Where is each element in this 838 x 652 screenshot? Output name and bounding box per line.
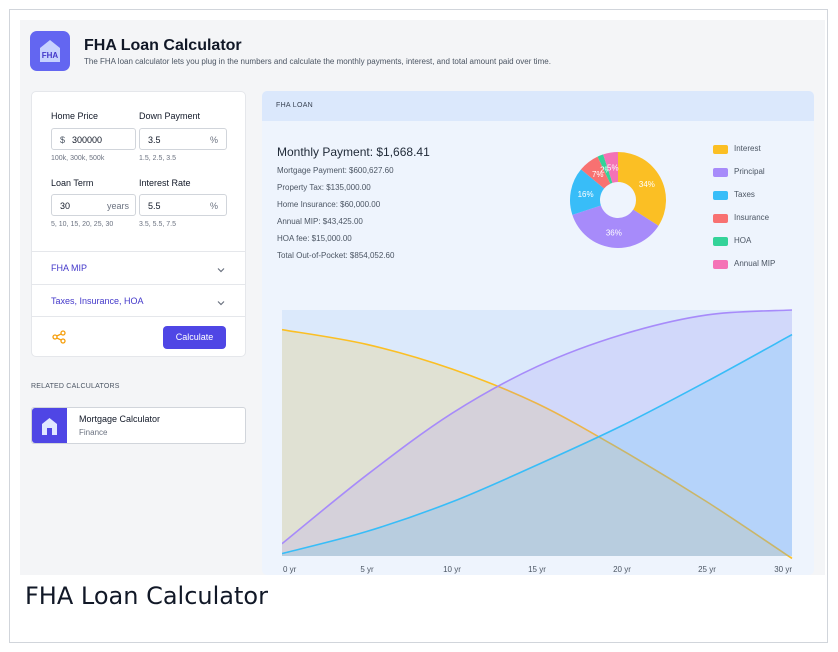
legend-swatch xyxy=(713,260,728,269)
related-calculator-category: Finance xyxy=(79,428,108,437)
x-tick-label: 10 yr xyxy=(443,565,461,574)
donut-slice-label: 36% xyxy=(606,229,622,238)
donut-slice-label: 5% xyxy=(607,163,619,172)
x-tick-label: 20 yr xyxy=(613,565,631,574)
total-out-of-pocket-line: Total Out-of-Pocket: $854,052.60 xyxy=(277,251,395,260)
donut-slice-label: 34% xyxy=(639,180,655,189)
legend-label: HOA xyxy=(734,236,752,245)
page-title: FHA Loan Calculator xyxy=(84,37,242,54)
interest-rate-hint: 3.5, 5.5, 7.5 xyxy=(139,221,176,228)
loan-term-label: Loan Term xyxy=(51,178,94,188)
home-price-hint: 100k, 300k, 500k xyxy=(51,155,105,162)
chevron-down-icon[interactable] xyxy=(215,264,227,276)
loan-term-value: 30 xyxy=(60,201,71,211)
property-tax-line: Property Tax: $135,000.00 xyxy=(277,183,371,192)
home-price-value: 300000 xyxy=(72,135,103,145)
calculate-button[interactable]: Calculate xyxy=(163,326,226,349)
divider xyxy=(32,251,245,252)
legend-label: Insurance xyxy=(734,213,770,222)
taxes-insurance-hoa-accordion[interactable]: Taxes, Insurance, HOA xyxy=(51,296,144,306)
monthly-payment: Monthly Payment: $1,668.41 xyxy=(277,145,430,159)
related-calculators-heading: RELATED CALCULATORS xyxy=(31,383,120,390)
donut-slice-label: 16% xyxy=(578,190,594,199)
interest-rate-label: Interest Rate xyxy=(139,178,191,188)
amortization-area-chart: 0 yr 5 yr 10 yr 15 yr 20 yr 25 yr 30 yr xyxy=(282,309,793,574)
logo-text: FHA xyxy=(42,51,59,60)
legend-label: Annual MIP xyxy=(734,259,776,268)
percent-suffix: % xyxy=(209,135,218,145)
legend-swatch xyxy=(713,237,728,246)
x-tick-label: 15 yr xyxy=(528,565,546,574)
legend-swatch xyxy=(713,191,728,200)
legend-swatch xyxy=(713,168,728,177)
percent-suffix: % xyxy=(209,201,218,211)
legend-label: Interest xyxy=(734,144,761,153)
loan-term-input[interactable]: 30 years xyxy=(51,194,136,216)
x-tick-label: 25 yr xyxy=(698,565,716,574)
fha-mip-accordion[interactable]: FHA MIP xyxy=(51,263,87,273)
mortgage-payment-line: Mortgage Payment: $600,627.60 xyxy=(277,166,394,175)
down-payment-label: Down Payment xyxy=(139,111,201,121)
legend-swatch xyxy=(713,214,728,223)
years-suffix: years xyxy=(106,201,129,211)
related-calculator-card[interactable]: Mortgage Calculator Finance xyxy=(31,407,246,444)
x-tick-label: 5 yr xyxy=(360,565,374,574)
related-calculator-name: Mortgage Calculator xyxy=(79,414,161,424)
related-calculator-thumb xyxy=(32,408,67,443)
divider xyxy=(32,284,245,285)
page-subtitle: The FHA loan calculator lets you plug in… xyxy=(84,57,551,66)
legend-swatch xyxy=(713,145,728,154)
interest-rate-value: 5.5 xyxy=(148,201,161,211)
share-icon[interactable] xyxy=(52,330,66,344)
hoa-fee-line: HOA fee: $15,000.00 xyxy=(277,234,352,243)
fha-logo-icon: FHA xyxy=(30,31,70,71)
x-tick-label: 0 yr xyxy=(283,565,297,574)
loan-term-hint: 5, 10, 15, 20, 25, 30 xyxy=(51,221,114,228)
house-icon xyxy=(42,418,57,435)
down-payment-value: 3.5 xyxy=(148,135,161,145)
legend-label: Taxes xyxy=(734,190,755,199)
results-header: FHA LOAN xyxy=(262,91,814,121)
chevron-down-icon[interactable] xyxy=(215,297,227,309)
payment-breakdown-donut: 34%36%16%7%2%5% xyxy=(570,152,666,248)
down-payment-hint: 1.5, 2.5, 3.5 xyxy=(139,155,176,162)
legend-label: Principal xyxy=(734,167,765,176)
image-caption: FHA Loan Calculator xyxy=(25,582,268,610)
x-tick-label: 30 yr xyxy=(774,565,792,574)
results-panel: FHA LOAN Monthly Payment: $1,668.41 Mort… xyxy=(262,91,814,575)
loan-form-card: Home Price $ 300000 100k, 300k, 500k Dow… xyxy=(31,91,246,357)
home-price-input[interactable]: $ 300000 xyxy=(51,128,136,150)
home-insurance-line: Home Insurance: $60,000.00 xyxy=(277,200,381,209)
annual-mip-line: Annual MIP: $43,425.00 xyxy=(277,217,363,226)
home-price-label: Home Price xyxy=(51,111,99,121)
interest-rate-input[interactable]: 5.5 % xyxy=(139,194,227,216)
results-header-title: FHA LOAN xyxy=(276,102,314,109)
currency-prefix: $ xyxy=(60,135,66,145)
divider xyxy=(32,316,245,317)
app-window: FHA FHA Loan Calculator The FHA loan cal… xyxy=(20,20,825,575)
down-payment-input[interactable]: 3.5 % xyxy=(139,128,227,150)
